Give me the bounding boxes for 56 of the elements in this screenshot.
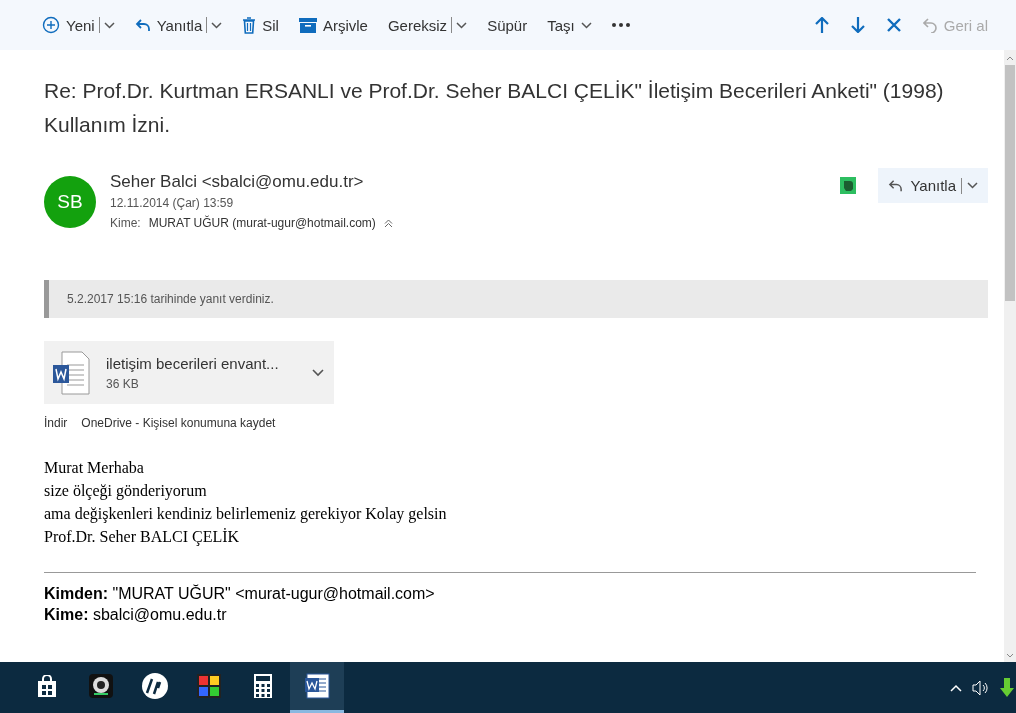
body-line: ama değişkenleri kendiniz belirlemeniz gerekiyor Kolay gelsin bbox=[44, 504, 448, 525]
arrow-down-icon[interactable] bbox=[1000, 677, 1014, 698]
circle-logo-icon bbox=[142, 673, 168, 699]
chevron-down-icon[interactable] bbox=[312, 368, 324, 377]
reply-button[interactable]: Yanıtla bbox=[878, 168, 988, 203]
shopping-bag-icon bbox=[37, 675, 57, 697]
chevron-down-icon bbox=[967, 182, 978, 189]
info-bar: 5.2.2017 15:16 tarihinde yanıt verdiniz. bbox=[44, 280, 988, 318]
taskbar-app[interactable] bbox=[290, 662, 344, 713]
toolbar-button[interactable]: Süpür bbox=[479, 12, 536, 38]
recipient-label: Kime: bbox=[110, 216, 141, 230]
attachment-link[interactable]: OneDrive - Kişisel konumuna kaydet bbox=[81, 416, 276, 430]
scrollbar[interactable] bbox=[1004, 50, 1016, 662]
document-icon bbox=[52, 350, 90, 395]
quoted-header-label: Kimden: bbox=[44, 585, 108, 602]
reply-icon bbox=[134, 17, 151, 33]
message-subject: Re: Prof.Dr. Kurtman ERSANLI ve Prof.Dr. Seher BALCI ÇELİK" İletişim Becerileri Anketi" (1998) Kullanım İzni. bbox=[44, 78, 944, 138]
puzzle-icon bbox=[197, 674, 221, 698]
toolbar-button[interactable]: Arşivle bbox=[290, 12, 376, 38]
message-date: 12.11.2014 (Çar) 13:59 bbox=[110, 196, 235, 210]
reply-icon bbox=[888, 178, 904, 193]
body-line: Prof.Dr. Seher BALCI ÇELİK bbox=[44, 527, 241, 548]
arrow-up-icon bbox=[814, 17, 829, 33]
arrow-down-icon bbox=[850, 17, 865, 33]
quoted-header-label: Kime: bbox=[44, 606, 89, 623]
collapse-icon[interactable] bbox=[383, 218, 393, 228]
attachment-link[interactable]: İndir bbox=[44, 416, 68, 430]
archive-icon bbox=[298, 17, 317, 33]
undo-icon bbox=[922, 17, 938, 33]
toolbar-button[interactable]: Gereksiz bbox=[379, 12, 476, 38]
sender-name: Seher Balci <sbalci@omu.edu.tr> bbox=[110, 172, 365, 192]
scroll-up-icon[interactable] bbox=[1006, 56, 1014, 61]
scroll-down-icon[interactable] bbox=[1006, 653, 1014, 658]
toolbar-button[interactable]: Yeni bbox=[34, 12, 123, 38]
webcam-icon bbox=[89, 674, 113, 698]
attachment-size: 36 KB bbox=[106, 376, 140, 391]
plus-icon bbox=[42, 16, 60, 34]
sender-avatar: SB bbox=[44, 176, 96, 228]
attachment-name: iletişim becerileri envant... bbox=[106, 354, 280, 372]
body-line: size ölçeği gönderiyorum bbox=[44, 481, 208, 502]
document-icon bbox=[304, 673, 330, 699]
speaker-icon[interactable] bbox=[972, 679, 990, 696]
close-icon bbox=[886, 18, 901, 32]
calculator-icon bbox=[254, 674, 272, 698]
quoted-header-value: "MURAT UĞUR" <murat-ugur@hotmail.com> bbox=[112, 585, 435, 602]
scrollbar-thumb[interactable] bbox=[1005, 65, 1015, 301]
recipient: MURAT UĞUR (murat-ugur@hotmail.com) bbox=[148, 216, 376, 230]
toolbar-button[interactable]: Taşı bbox=[539, 12, 600, 38]
attachment-card[interactable]: iletişim becerileri envant... 36 KB bbox=[44, 341, 334, 404]
chevron-up-icon[interactable] bbox=[950, 683, 962, 692]
toolbar-button[interactable]: Yanıtla bbox=[126, 12, 231, 38]
body-line: Murat Merhaba bbox=[44, 458, 145, 478]
trash-icon bbox=[242, 16, 257, 34]
toolbar-button[interactable]: Sil bbox=[234, 12, 287, 38]
more-icon bbox=[611, 23, 630, 27]
quoted-header-value: sbalci@omu.edu.tr bbox=[92, 606, 227, 623]
